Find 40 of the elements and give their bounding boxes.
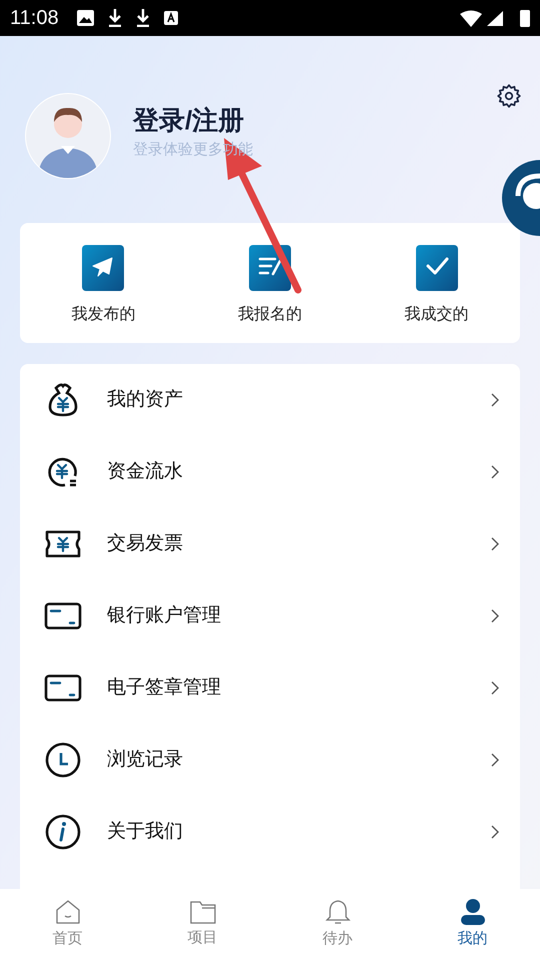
chevron-right-icon: [490, 536, 500, 552]
chevron-right-icon: [490, 464, 500, 480]
tab[interactable]: 项目: [135, 889, 270, 960]
download-icon: [136, 9, 150, 27]
chevron-right-icon: [490, 392, 500, 408]
info-icon: [43, 812, 83, 852]
login-title[interactable]: 登录/注册: [133, 102, 253, 137]
quick-action-button[interactable]: 我发布的: [20, 239, 187, 327]
keyboard-icon: [164, 11, 178, 25]
quick-action-button[interactable]: 我成交的: [353, 239, 520, 327]
settings-icon[interactable]: [496, 83, 522, 109]
menu-item[interactable]: 关于我们: [20, 796, 520, 868]
chevron-right-icon: [490, 752, 500, 768]
menu-item[interactable]: 交易发票: [20, 508, 520, 580]
checkmark-icon: [416, 245, 458, 291]
tab[interactable]: 待办: [270, 889, 405, 960]
chevron-right-icon: [490, 608, 500, 624]
image-icon: [76, 10, 94, 26]
menu-item[interactable]: 银行账户管理: [20, 580, 520, 652]
bell-icon: [324, 898, 350, 926]
chevron-right-icon: [490, 824, 500, 840]
paper-plane-icon: [82, 245, 124, 291]
battery-icon: [520, 10, 530, 26]
signal-icon: [487, 10, 503, 26]
menu-item[interactable]: 我的资产: [20, 364, 520, 436]
tab[interactable]: 我的: [405, 889, 540, 960]
clock-time: 11:08: [10, 6, 59, 31]
tab[interactable]: 首页: [0, 889, 135, 960]
menu-item[interactable]: 浏览记录: [20, 724, 520, 796]
download-icon: [108, 9, 122, 27]
person-icon: [460, 898, 486, 926]
service-icon[interactable]: [502, 160, 540, 236]
menu-item[interactable]: 电子签章管理: [20, 652, 520, 724]
quick-action-button[interactable]: 我报名的: [186, 239, 354, 327]
house-icon: [54, 898, 82, 926]
chevron-right-icon: [490, 680, 500, 696]
folder-icon: [188, 899, 216, 926]
clock-icon: [43, 740, 83, 780]
menu-item[interactable]: 资金流水: [20, 436, 520, 508]
wifi-icon: [460, 10, 482, 26]
